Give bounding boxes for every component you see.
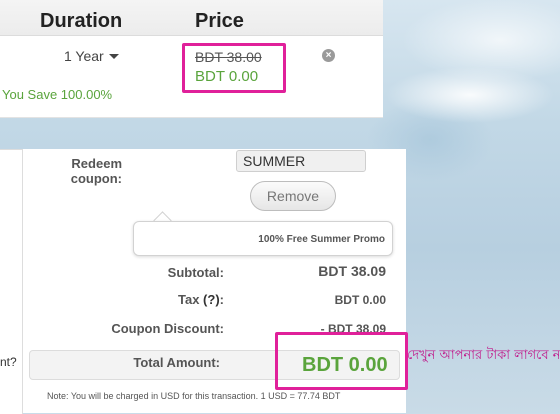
total-highlight-box xyxy=(275,332,408,390)
close-circle-icon[interactable]: × xyxy=(322,49,335,62)
redeem-label-line1: Redeem xyxy=(71,156,122,171)
duration-header: Duration xyxy=(40,10,123,32)
redeem-coupon-label: Redeem coupon: xyxy=(60,156,122,186)
total-amount-label: Total Amount: xyxy=(133,355,220,370)
subtotal-value: BDT 38.09 xyxy=(318,263,386,279)
price-header: Price xyxy=(195,10,244,32)
remove-coupon-button[interactable]: Remove xyxy=(250,181,336,211)
truncated-side-text: nt? xyxy=(0,355,17,369)
tax-help-link[interactable]: (?) xyxy=(203,292,220,307)
tax-label: Tax (?): xyxy=(100,292,224,307)
bengali-annotation: দেখুন আপনার টাকা লাগবে না xyxy=(407,348,560,363)
subtotal-label: Subtotal: xyxy=(167,265,224,280)
coupon-discount-label: Coupon Discount: xyxy=(111,321,224,336)
chevron-down-icon xyxy=(108,54,119,59)
duration-select[interactable]: 1 Year xyxy=(64,48,119,64)
tax-value: BDT 0.00 xyxy=(334,293,386,307)
coupon-input[interactable]: SUMMER xyxy=(236,150,366,172)
you-save-text: You Save 100.00% xyxy=(2,87,113,102)
table-header: Duration Price xyxy=(0,0,383,36)
left-side-panel xyxy=(0,149,23,414)
price-highlight-box xyxy=(182,43,286,93)
duration-value: 1 Year xyxy=(64,48,104,64)
redeem-label-line2: coupon: xyxy=(70,171,122,186)
tax-label-text: Tax xyxy=(177,292,200,307)
tax-colon: : xyxy=(219,292,224,307)
currency-note: Note: You will be charged in USD for thi… xyxy=(47,391,341,401)
promo-tooltip: 100% Free Summer Promo xyxy=(133,221,393,256)
